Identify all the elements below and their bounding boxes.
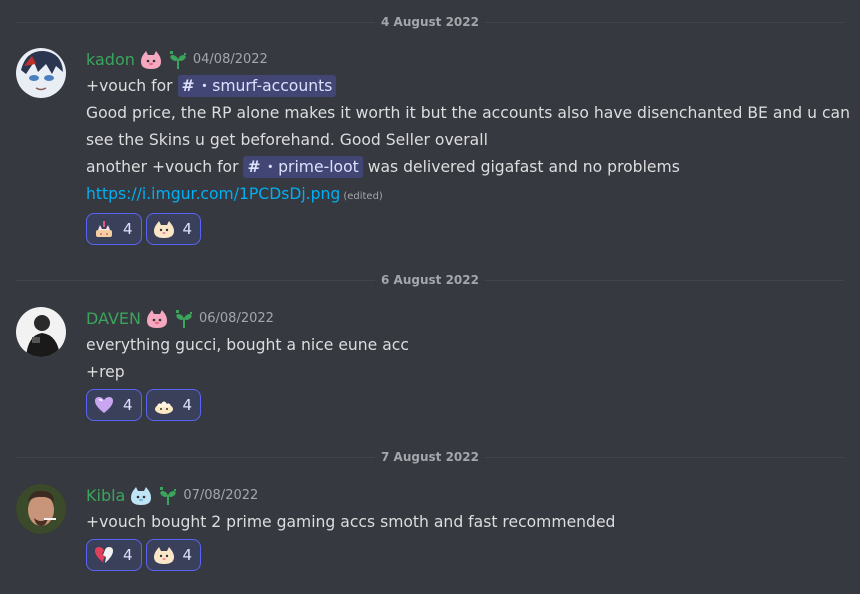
broken-heart-emoji: [95, 547, 113, 563]
reaction-count: 4: [182, 396, 193, 414]
message-text: Good price, the RP alone makes it worth …: [86, 104, 850, 149]
reaction-button[interactable]: 4: [86, 213, 142, 245]
cat-cake-emoji: [96, 221, 112, 237]
message-text: was delivered gigafast and no problems: [362, 158, 680, 176]
timestamp: 07/08/2022: [183, 488, 259, 503]
date-divider: 4 August 2022: [16, 13, 844, 31]
hash-icon: #: [247, 158, 261, 176]
avatar-kadon-image: [16, 48, 66, 98]
reaction-count: 4: [182, 220, 193, 238]
cat-role-icon: [130, 485, 152, 507]
cat-role-icon: [146, 308, 168, 330]
username[interactable]: Kibla: [86, 485, 125, 507]
avatar-kibla-image: [16, 484, 66, 534]
reaction-count: 4: [123, 396, 133, 414]
message-text: +rep: [86, 363, 125, 381]
reaction-button[interactable]: 4: [86, 539, 142, 571]
timestamp: 06/08/2022: [198, 311, 274, 326]
avatar[interactable]: [16, 307, 66, 357]
channel-mention[interactable]: # ・prime-loot: [243, 156, 363, 178]
message-text: everything gucci, bought a nice eune acc: [86, 336, 409, 354]
reaction-button[interactable]: 4: [145, 539, 202, 571]
cat-bun-emoji: [154, 401, 173, 414]
cat-role-icon: [140, 49, 162, 71]
edited-label: (edited): [343, 191, 383, 202]
message-link[interactable]: https://i.imgur.com/1PCDsDj.png: [86, 185, 340, 203]
avatar-daven-image: [16, 307, 66, 357]
username[interactable]: kadon: [86, 49, 135, 71]
message-text: another +vouch for: [86, 158, 244, 176]
avatar[interactable]: [16, 48, 66, 98]
message-text: +vouch for: [86, 77, 178, 95]
reaction-button[interactable]: 4: [145, 213, 202, 245]
date-divider: 6 August 2022: [16, 271, 844, 289]
reaction-button[interactable]: 4: [86, 389, 142, 421]
purple-heart-emoji: [95, 397, 113, 413]
date-divider: 7 August 2022: [16, 448, 844, 466]
channel-name: ・smurf-accounts: [196, 77, 333, 95]
timestamp: 04/08/2022: [192, 52, 268, 67]
cat-face-emoji: [153, 547, 174, 564]
sprout-role-icon: [157, 485, 179, 507]
reaction-count: 4: [182, 546, 193, 564]
sprout-role-icon: [167, 49, 189, 71]
date-divider-label: 7 August 2022: [375, 448, 485, 466]
date-divider-label: 6 August 2022: [375, 271, 485, 289]
date-divider-label: 4 August 2022: [375, 13, 485, 31]
reaction-count: 4: [123, 220, 133, 238]
username[interactable]: DAVEN: [86, 308, 141, 330]
channel-name: ・prime-loot: [262, 158, 359, 176]
reaction-button[interactable]: 4: [145, 389, 202, 421]
cat-face-emoji: [153, 221, 174, 238]
hash-icon: #: [181, 77, 195, 95]
avatar[interactable]: [16, 484, 66, 534]
sprout-role-icon: [173, 308, 195, 330]
channel-mention[interactable]: # ・smurf-accounts: [177, 75, 337, 97]
reaction-count: 4: [123, 546, 133, 564]
message-text: +vouch bought 2 prime gaming accs smoth …: [86, 513, 616, 531]
